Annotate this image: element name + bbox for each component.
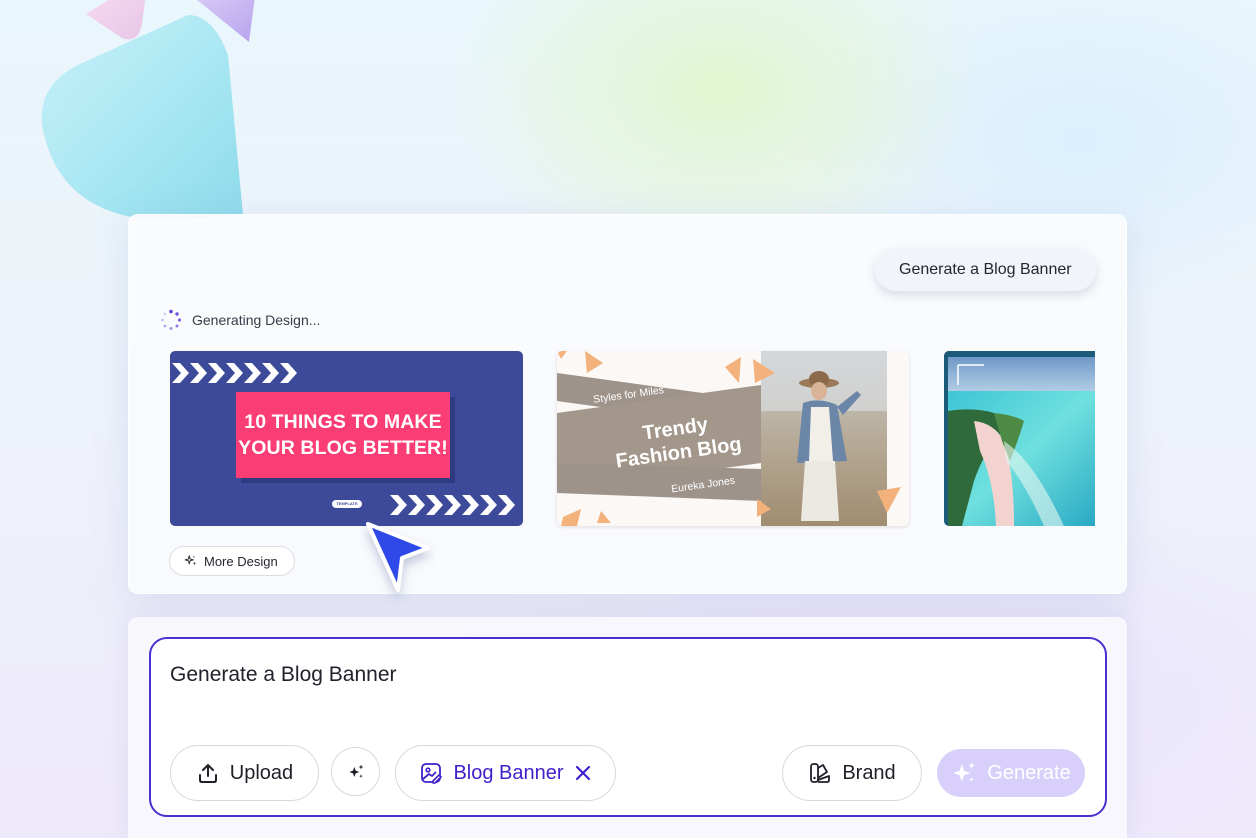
cursor-arrow-icon bbox=[366, 522, 430, 592]
design-card-2[interactable]: Styles for Miles Trendy Fashion Blog Eur… bbox=[557, 351, 909, 526]
upload-button[interactable]: Upload bbox=[170, 745, 319, 801]
banner-headline-box: 10 THINGS TO MAKE YOUR BLOG BETTER! bbox=[236, 392, 450, 478]
chevron-strip-bottom bbox=[390, 495, 515, 515]
sparkle-icon bbox=[184, 555, 197, 566]
sparkle-icon bbox=[348, 764, 363, 778]
upload-label: Upload bbox=[229, 761, 294, 784]
brand-palette-icon bbox=[810, 763, 831, 783]
prompt-input-text[interactable]: Generate a Blog Banner bbox=[170, 663, 397, 687]
beach-image bbox=[944, 351, 1095, 526]
brand-button[interactable]: Brand bbox=[782, 745, 922, 801]
decor-cone bbox=[41, 15, 243, 220]
generate-label: Generate bbox=[987, 761, 1071, 784]
chevron-strip-top bbox=[172, 363, 297, 383]
banner-logo: TEMPLATE bbox=[332, 500, 362, 508]
blog-banner-tag[interactable]: Blog Banner bbox=[395, 745, 616, 801]
status-text: Generating Design... bbox=[192, 312, 321, 328]
upload-icon bbox=[198, 764, 217, 783]
magic-enhance-button[interactable] bbox=[331, 747, 380, 796]
image-edit-icon bbox=[421, 763, 443, 784]
sparkle-icon bbox=[953, 762, 976, 782]
design-card-3[interactable] bbox=[944, 351, 1095, 526]
generate-button[interactable]: Generate bbox=[937, 749, 1085, 797]
banner-headline-line2: YOUR BLOG BETTER! bbox=[238, 437, 448, 459]
design-card-1[interactable]: 10 THINGS TO MAKE YOUR BLOG BETTER! TEMP… bbox=[170, 351, 523, 526]
more-design-label: More Design bbox=[204, 553, 278, 569]
loading-spinner-icon bbox=[161, 309, 182, 330]
generating-status: Generating Design... bbox=[160, 309, 320, 331]
prompt-chip[interactable]: Generate a Blog Banner bbox=[875, 249, 1096, 291]
close-icon[interactable] bbox=[574, 764, 592, 782]
brand-label: Brand bbox=[842, 761, 896, 784]
more-design-button[interactable]: More Design bbox=[169, 546, 295, 576]
tag-label: Blog Banner bbox=[453, 761, 564, 784]
banner-headline-line1: 10 THINGS TO MAKE bbox=[244, 411, 442, 433]
